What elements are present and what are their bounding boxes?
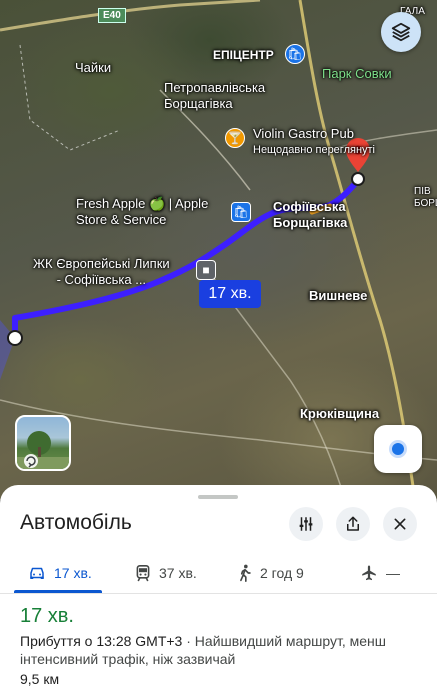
map-label-epicentr[interactable]: ЕПІЦЕНТР	[213, 47, 274, 63]
share-button[interactable]	[336, 507, 370, 541]
route-duration: 17 хв.	[20, 605, 74, 627]
route-options-button[interactable]	[289, 507, 323, 541]
map-label-fresh-apple[interactable]: Fresh Apple 🍏 | Apple Store & Service	[76, 196, 208, 228]
layers-icon	[391, 22, 411, 42]
separator: ·	[182, 633, 195, 649]
share-icon	[347, 516, 359, 531]
flight-icon	[362, 565, 376, 581]
tab-driving-label: 17 хв.	[54, 565, 92, 581]
tab-walking-label: 2 год 9	[260, 565, 304, 581]
route-duration-badge[interactable]: 17 хв.	[199, 280, 261, 308]
arrival-time: Прибуття о 13:28 GMT+3	[20, 633, 183, 649]
map-label-chaiky[interactable]: Чайки	[75, 60, 111, 76]
street-view-button[interactable]	[15, 415, 71, 471]
map-label-sofiivska[interactable]: Софіївська Борщагівка	[273, 199, 347, 231]
shopping-bag-icon[interactable]: 🛍	[285, 44, 305, 64]
building-icon[interactable]: ■	[196, 260, 216, 280]
route-details: Прибуття о 13:28 GMT+3 · Найшвидший марш…	[20, 632, 420, 668]
road-shield-e40: E40	[98, 8, 126, 23]
map-label-zhk[interactable]: ЖК Європейські Липки - Софіївська ...	[33, 256, 170, 288]
tab-flight[interactable]: —	[360, 553, 400, 593]
route-distance: 9,5 км	[20, 671, 60, 687]
my-location-icon	[392, 443, 404, 455]
tab-transit-label: 37 хв.	[159, 565, 197, 581]
close-button[interactable]	[383, 507, 417, 541]
car-icon	[30, 567, 44, 579]
origin-marker	[7, 330, 23, 346]
walk-icon	[240, 564, 251, 582]
street-view-icon	[17, 431, 69, 469]
tab-transit[interactable]: 37 хв.	[135, 553, 197, 593]
active-tab-indicator	[14, 590, 102, 593]
sheet-title: Автомобіль	[20, 511, 132, 534]
transit-icon	[136, 565, 150, 582]
map-label-piv: ПІВ БОРЩ	[414, 186, 437, 209]
directions-sheet: Автомобіль 17 хв. 37 хв. 2 год 9 — 17 хв…	[0, 485, 437, 699]
shopping-bag-icon[interactable]: 🛍	[231, 202, 251, 222]
layers-button[interactable]	[381, 12, 421, 52]
tab-flight-label: —	[386, 565, 400, 581]
travel-mode-tabs: 17 хв. 37 хв. 2 год 9 —	[0, 553, 437, 594]
tab-driving[interactable]: 17 хв.	[28, 553, 92, 593]
drag-handle[interactable]	[198, 495, 238, 499]
map-label-kriukivshchyna[interactable]: Крюківщина	[300, 406, 379, 422]
cocktail-icon[interactable]: 🍸	[225, 128, 245, 148]
close-icon	[394, 518, 406, 530]
map-label-recently-viewed: Нещодавно переглянуті	[253, 144, 376, 156]
map-label-park-sovky[interactable]: Парк Совки	[322, 66, 392, 82]
map-label-petropavlivska[interactable]: Петропавлівська Борщагівка	[164, 80, 265, 112]
my-location-button[interactable]	[374, 425, 422, 473]
map-label-vyshneve[interactable]: Вишневе	[309, 288, 367, 304]
tab-walking[interactable]: 2 год 9	[238, 553, 304, 593]
tune-icon	[299, 517, 313, 531]
map-label-violin[interactable]: Violin Gastro Pub	[253, 126, 354, 142]
map-view[interactable]: E40 Чайки Петропавлівська Борщагівка ЕПІ…	[0, 0, 437, 500]
